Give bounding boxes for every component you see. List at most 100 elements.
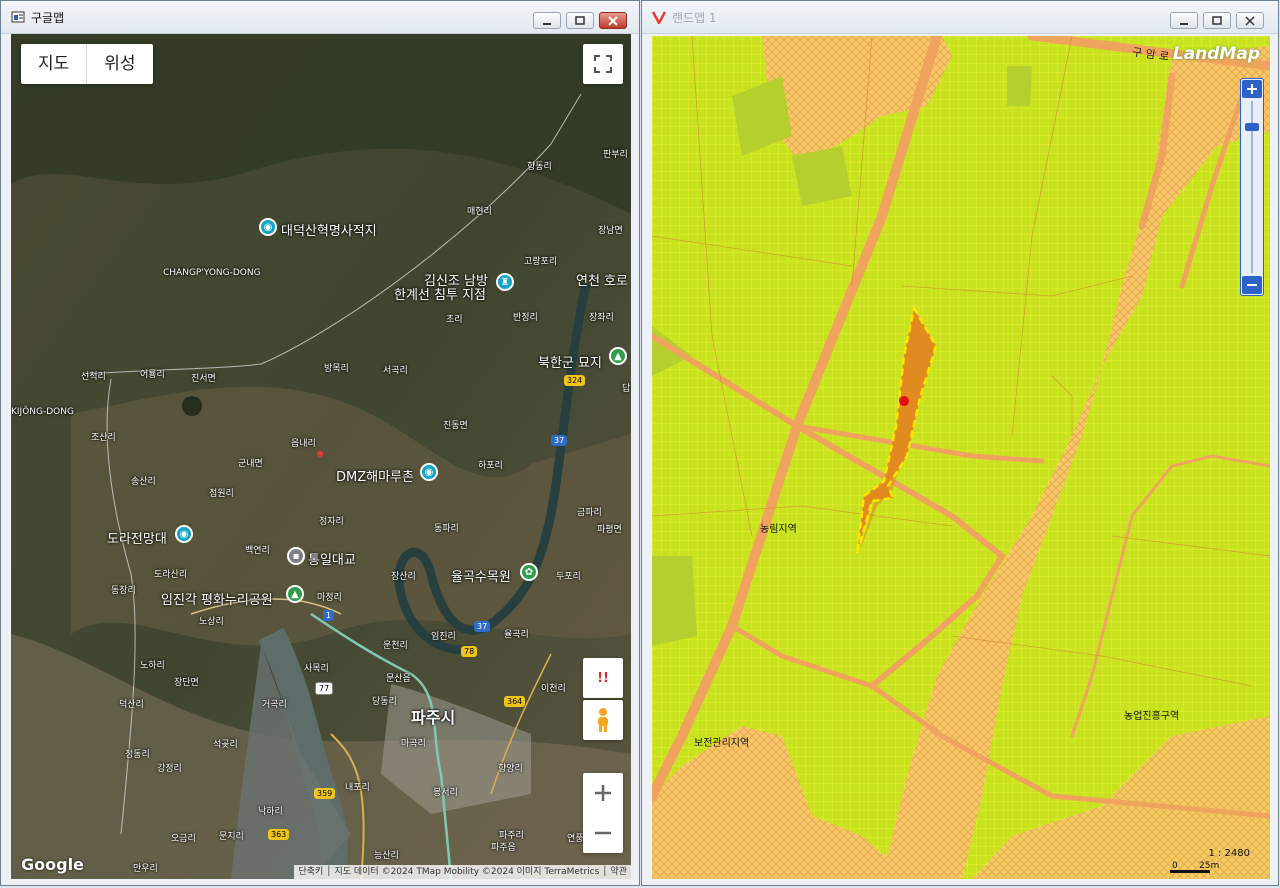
- place-label: 백연리: [245, 546, 270, 556]
- maximize-button[interactable]: [1203, 12, 1231, 29]
- scale-length: 25m: [1199, 861, 1220, 871]
- poi-label[interactable]: DMZ해마루촌: [336, 466, 414, 485]
- poi-label[interactable]: 임진각 평화누리공원: [161, 589, 273, 608]
- google-logo[interactable]: Google: [21, 855, 84, 874]
- streetview-warning[interactable]: !!: [583, 658, 623, 698]
- poi-label[interactable]: 통일대교: [308, 549, 356, 568]
- maximize-icon: [1212, 16, 1222, 25]
- place-label: 파평면: [597, 525, 622, 535]
- zoom-in-button[interactable]: [1242, 80, 1262, 98]
- poi-label[interactable]: 율곡수목원: [451, 566, 511, 585]
- place-label: 운천리: [383, 641, 408, 651]
- satellite-tab[interactable]: 위성: [86, 44, 152, 84]
- satellite-map[interactable]: 지도 위성 ◉ 대덕산혁명사적지 김신조 남방 한계선 침투 지점 ♜ 연천 호…: [11, 34, 631, 879]
- city-label[interactable]: 파주시: [411, 704, 455, 728]
- place-label: 답: [622, 384, 631, 394]
- poi-label[interactable]: 대덕산혁명사적지: [281, 220, 377, 239]
- title-bar[interactable]: 랜드맵 1: [642, 1, 1278, 34]
- landmark-icon[interactable]: ♜: [496, 273, 514, 291]
- minimize-button[interactable]: [1170, 12, 1198, 29]
- fullscreen-icon: [594, 55, 612, 73]
- park-icon[interactable]: ▲: [286, 585, 304, 603]
- place-label: 정자리: [319, 517, 344, 527]
- maximize-button[interactable]: [566, 12, 594, 29]
- map-tab[interactable]: 지도: [21, 44, 86, 84]
- garden-icon[interactable]: ✿: [520, 563, 538, 581]
- location-marker: [317, 451, 323, 457]
- route-shield: 77: [315, 682, 334, 695]
- place-label: 하포리: [478, 461, 503, 471]
- place-label: 임진리: [431, 632, 456, 642]
- window-title: 구글맵: [31, 11, 65, 25]
- place-label: 반정리: [513, 313, 538, 323]
- pegman-button[interactable]: [583, 700, 623, 740]
- zoom-out-button[interactable]: [1242, 276, 1262, 294]
- place-label: 이천리: [541, 684, 566, 694]
- place-label: 낙하리: [258, 807, 283, 817]
- place-label: 판부리: [603, 150, 628, 160]
- poi-label[interactable]: 도라전망대: [107, 528, 167, 547]
- place-label: 능산리: [374, 851, 399, 861]
- place-label: 어룡리: [140, 370, 165, 380]
- place-label: 도라산리: [154, 570, 188, 580]
- camera-icon[interactable]: ◉: [420, 463, 438, 481]
- zone-label: 농업진흥구역: [1124, 711, 1180, 722]
- park-icon[interactable]: ▲: [609, 347, 627, 365]
- maximize-icon: [575, 16, 585, 25]
- place-label: 서곡리: [383, 366, 408, 376]
- place-label: 향양리: [498, 764, 523, 774]
- map-attribution[interactable]: 단축키 │ 지도 데이터 ©2024 TMap Mobility ©2024 이…: [294, 865, 631, 879]
- minimize-icon: [1180, 23, 1188, 25]
- route-shield: 1: [323, 610, 335, 621]
- close-icon: [608, 16, 618, 26]
- close-icon: [1245, 16, 1255, 26]
- zoom-control: [583, 773, 623, 853]
- place-label: 오금리: [171, 834, 196, 844]
- place-label: 문지리: [219, 832, 244, 842]
- place-label: 장산리: [391, 572, 416, 582]
- zoom-out-button[interactable]: [583, 813, 623, 853]
- map-type-control[interactable]: 지도 위성: [21, 44, 153, 84]
- zoom-slider[interactable]: [1240, 78, 1264, 296]
- landmap-logo: LandMap: [1172, 44, 1260, 64]
- place-label: 마곡리: [401, 739, 426, 749]
- route-shield: 37: [551, 435, 568, 446]
- place-label: 선적리: [81, 372, 106, 382]
- place-label: 매현리: [467, 207, 492, 217]
- camera-icon[interactable]: ◉: [259, 218, 277, 236]
- route-shield: 359: [314, 788, 336, 799]
- poi-label[interactable]: 한계선 침투 지점: [394, 284, 486, 303]
- zoom-in-button[interactable]: [583, 773, 623, 813]
- place-label: 연풍: [567, 834, 584, 844]
- place-label: CHANGP'YONG-DONG: [163, 268, 261, 278]
- poi-label[interactable]: 연천 호로: [576, 270, 628, 289]
- poi-label[interactable]: 북한군 묘지: [538, 352, 602, 371]
- place-label: 사목리: [304, 664, 329, 674]
- close-button[interactable]: [599, 12, 627, 29]
- place-label: 문산읍: [386, 674, 411, 684]
- place-label: 장좌리: [589, 313, 614, 323]
- route-shield: 363: [268, 829, 290, 840]
- close-button[interactable]: [1236, 12, 1264, 29]
- zone-label: 보전관리지역: [694, 738, 750, 749]
- place-label: 초리: [446, 315, 463, 325]
- fullscreen-button[interactable]: [583, 44, 623, 84]
- place-label: 동파리: [434, 524, 459, 534]
- place-label: 파주읍: [491, 843, 516, 853]
- minus-icon: [1247, 284, 1257, 286]
- place-label: KIJŎNG-DONG: [11, 407, 74, 417]
- zoom-slider-handle[interactable]: [1245, 123, 1259, 131]
- place-label: 거곡리: [262, 700, 287, 710]
- place-label: 만우리: [133, 864, 158, 874]
- hotel-icon[interactable]: ▪: [287, 547, 305, 565]
- window-title: 랜드맵 1: [672, 11, 717, 25]
- place-label: 두포리: [556, 572, 581, 582]
- place-label: 내포리: [345, 783, 370, 793]
- scale-zero: 0: [1172, 861, 1178, 871]
- camera-icon[interactable]: ◉: [175, 525, 193, 543]
- title-bar[interactable]: 구글맵: [1, 1, 639, 34]
- cadastral-map[interactable]: LandMap 구 암 로 농림지역 보전관리지역 농업진흥구역 1 : 248…: [652, 36, 1270, 879]
- minimize-button[interactable]: [533, 12, 561, 29]
- route-shield: 364: [504, 696, 526, 707]
- place-label: 장남면: [598, 226, 623, 236]
